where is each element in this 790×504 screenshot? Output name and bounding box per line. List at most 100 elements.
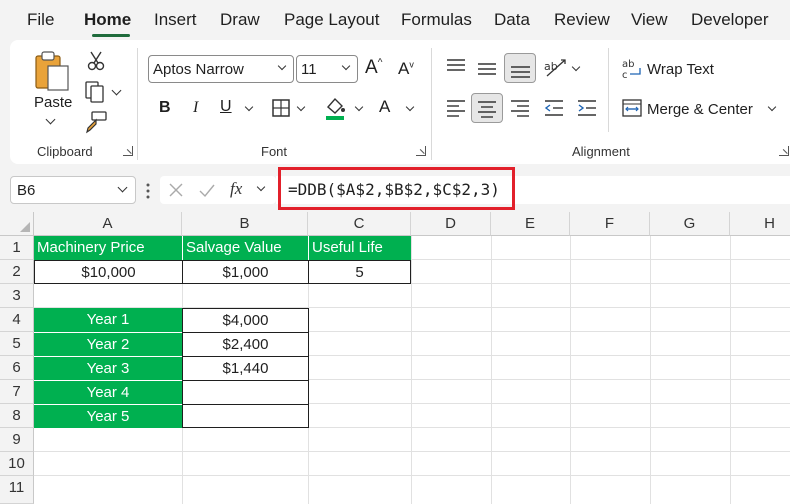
bold-icon[interactable]: B (159, 99, 171, 117)
align-center-button[interactable] (471, 93, 503, 123)
tab-draw[interactable]: Draw (220, 10, 260, 30)
column-header-a[interactable]: A (34, 212, 182, 236)
cell-a6[interactable]: Year 3 (34, 356, 182, 380)
font-color-dropdown-icon[interactable] (405, 102, 415, 112)
font-size-select[interactable]: 11 (296, 55, 358, 83)
column-header-d[interactable]: D (411, 212, 491, 236)
clipboard-launcher-icon[interactable] (123, 146, 133, 156)
column-header-f[interactable]: F (570, 212, 650, 236)
row-header-6[interactable]: 6 (0, 356, 34, 380)
wrap-text-icon[interactable]: ab c (622, 58, 644, 80)
font-group-label: Font (261, 144, 288, 159)
increase-font-size-icon[interactable]: A^ (365, 57, 382, 79)
align-middle-icon[interactable] (476, 62, 498, 78)
name-box-value: B6 (17, 182, 36, 199)
borders-icon[interactable] (271, 98, 291, 118)
tab-developer[interactable]: Developer (691, 10, 769, 30)
cell-b6[interactable]: $1,440 (182, 356, 309, 381)
cell-a5[interactable]: Year 2 (34, 332, 182, 356)
fill-color-icon[interactable] (324, 95, 346, 121)
row-header-2[interactable]: 2 (0, 260, 34, 284)
align-left-icon[interactable] (445, 99, 467, 117)
cell-b8[interactable] (182, 404, 309, 428)
underline-dropdown-icon[interactable] (244, 102, 254, 112)
select-all-corner[interactable] (0, 212, 34, 236)
cell-a4[interactable]: Year 1 (34, 308, 182, 332)
paste-button[interactable] (34, 50, 74, 98)
italic-icon[interactable]: I (193, 99, 198, 117)
underline-icon[interactable]: U (220, 98, 232, 116)
align-top-icon[interactable] (445, 58, 467, 74)
fill-color-dropdown-icon[interactable] (354, 102, 364, 112)
insert-function-icon[interactable]: fx (230, 179, 242, 199)
orientation-dropdown-icon[interactable] (571, 62, 581, 72)
merge-center-icon[interactable] (621, 98, 643, 118)
cell-b2[interactable]: $1,000 (182, 260, 309, 284)
tab-home[interactable]: Home (84, 10, 131, 30)
name-box-dropdown-icon[interactable] (117, 182, 128, 193)
copy-icon[interactable] (84, 80, 106, 104)
tab-data[interactable]: Data (494, 10, 530, 30)
column-header-h[interactable]: H (730, 212, 790, 236)
tab-page-layout[interactable]: Page Layout (284, 10, 379, 30)
cell-b5[interactable]: $2,400 (182, 332, 309, 357)
merge-center-dropdown-icon[interactable] (767, 102, 777, 112)
row-header-5[interactable]: 5 (0, 332, 34, 356)
svg-text:ab: ab (544, 60, 558, 73)
cell-c2[interactable]: 5 (308, 260, 411, 284)
cancel-icon[interactable] (168, 182, 184, 198)
cell-a7[interactable]: Year 4 (34, 380, 182, 404)
cell-b7[interactable] (182, 380, 309, 405)
row-header-1[interactable]: 1 (0, 236, 34, 260)
tab-formulas[interactable]: Formulas (401, 10, 472, 30)
align-bottom-button[interactable] (504, 53, 536, 83)
cell-b1[interactable]: Salvage Value (182, 236, 308, 260)
row-header-11[interactable]: 11 (0, 476, 34, 504)
decrease-indent-icon[interactable] (543, 99, 565, 117)
menu-bar: File Home Insert Draw Page Layout Formul… (0, 0, 790, 40)
column-header-c[interactable]: C (308, 212, 411, 236)
more-options-icon[interactable] (145, 182, 151, 200)
column-header-e[interactable]: E (491, 212, 570, 236)
tab-insert[interactable]: Insert (154, 10, 197, 30)
copy-dropdown-icon[interactable] (111, 85, 122, 96)
increase-indent-icon[interactable] (576, 99, 598, 117)
merge-center-label[interactable]: Merge & Center (647, 101, 753, 118)
row-header-9[interactable]: 9 (0, 428, 34, 452)
align-right-icon[interactable] (509, 99, 531, 117)
function-dropdown-icon[interactable] (256, 182, 266, 192)
font-name-dropdown-icon[interactable] (277, 61, 287, 71)
tab-file[interactable]: File (27, 10, 54, 30)
font-size-dropdown-icon[interactable] (341, 61, 351, 71)
row-header-3[interactable]: 3 (0, 284, 34, 308)
paste-label[interactable]: Paste (34, 94, 72, 111)
row-header-7[interactable]: 7 (0, 380, 34, 404)
cell-c1[interactable]: Useful Life (308, 236, 411, 260)
font-color-icon[interactable]: A (379, 97, 390, 117)
cell-b4[interactable]: $4,000 (182, 308, 309, 333)
tab-review[interactable]: Review (554, 10, 610, 30)
borders-dropdown-icon[interactable] (296, 102, 306, 112)
cell-a1[interactable]: Machinery Price (34, 236, 182, 260)
decrease-font-size-icon[interactable]: Av (398, 59, 414, 79)
tab-view[interactable]: View (631, 10, 668, 30)
cell-a2[interactable]: $10,000 (34, 260, 183, 284)
row-header-10[interactable]: 10 (0, 452, 34, 476)
orientation-icon[interactable]: ab (543, 56, 569, 80)
row-header-8[interactable]: 8 (0, 404, 34, 428)
column-header-g[interactable]: G (650, 212, 730, 236)
row-header-4[interactable]: 4 (0, 308, 34, 332)
spreadsheet-grid[interactable]: A B C D E F G H 1 2 3 4 5 6 7 8 9 10 11 (0, 212, 790, 504)
format-painter-icon[interactable] (84, 110, 108, 134)
wrap-text-label[interactable]: Wrap Text (647, 61, 714, 78)
paste-dropdown-icon[interactable] (45, 114, 56, 125)
font-name-select[interactable]: Aptos Narrow (148, 55, 294, 83)
enter-check-icon[interactable] (198, 182, 216, 198)
column-header-b[interactable]: B (182, 212, 308, 236)
cut-icon[interactable] (86, 50, 106, 72)
name-box[interactable]: B6 (10, 176, 136, 204)
clipboard-group-label: Clipboard (37, 144, 93, 159)
font-launcher-icon[interactable] (416, 146, 426, 156)
alignment-launcher-icon[interactable] (779, 146, 789, 156)
cell-a8[interactable]: Year 5 (34, 404, 182, 428)
